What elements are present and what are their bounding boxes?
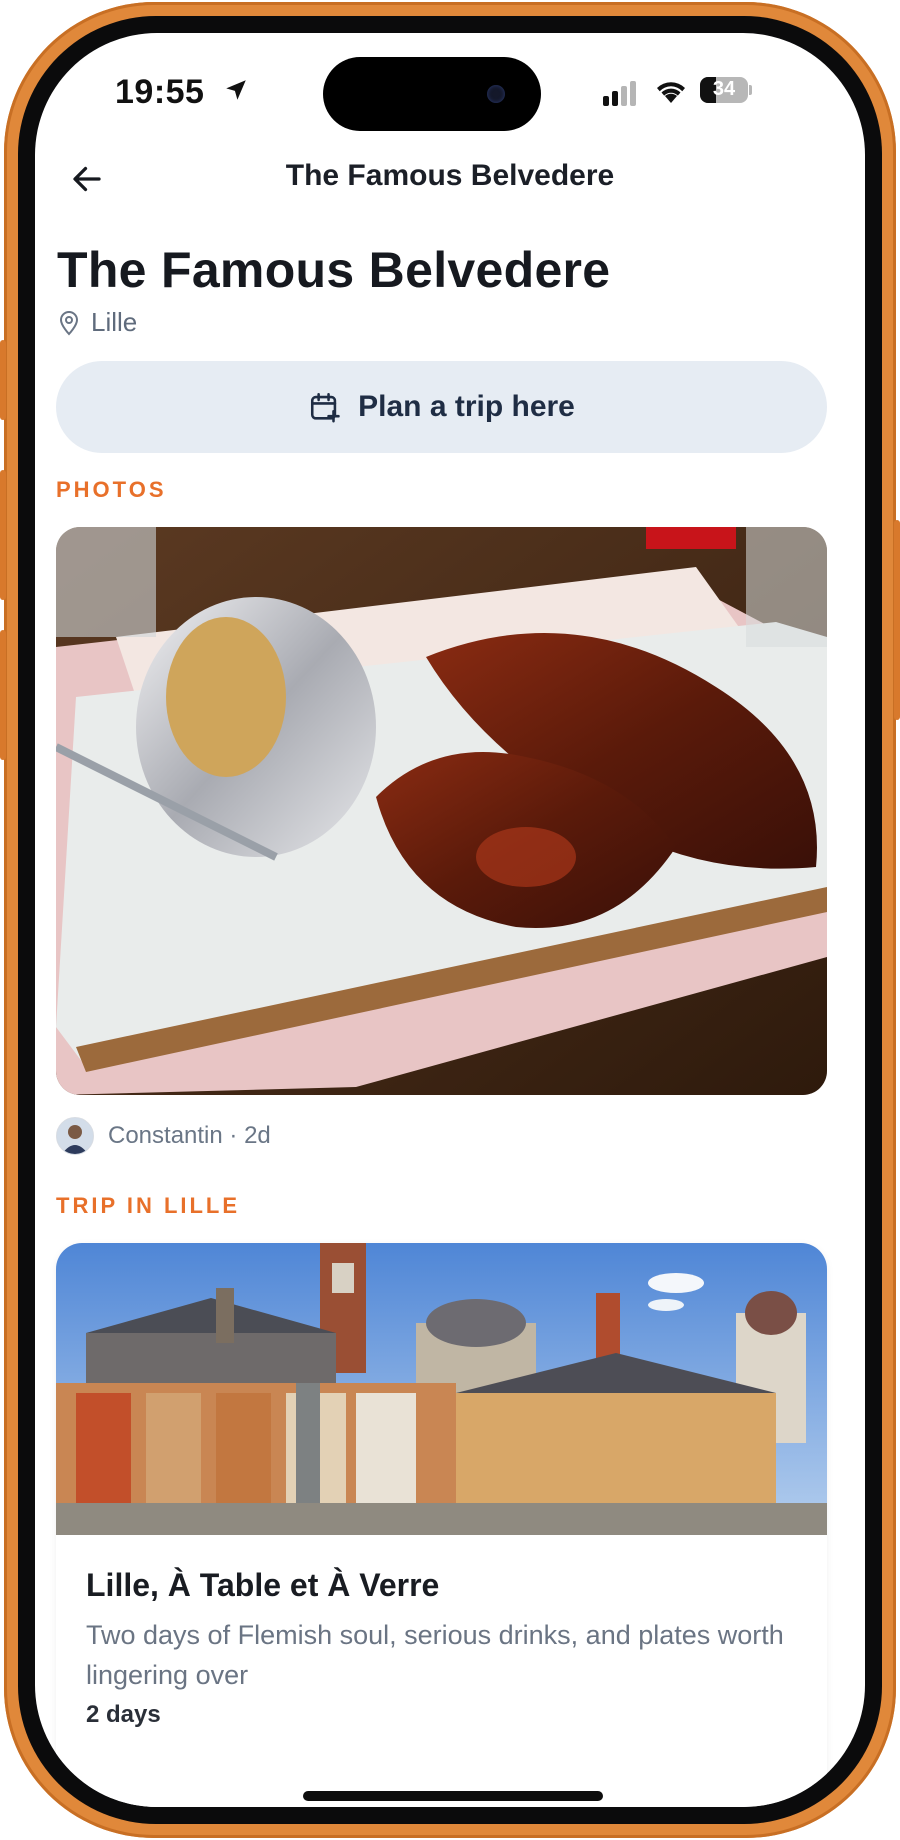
avatar: [56, 1117, 94, 1155]
author-meta: Constantin · 2d: [108, 1122, 271, 1149]
trip-duration: 2 days: [86, 1701, 161, 1728]
nav-title: The Famous Belvedere: [285, 159, 615, 192]
photo-card[interactable]: [56, 527, 827, 1095]
trip-description: Two days of Flemish soul, serious drinks…: [86, 1620, 784, 1690]
dynamic-island: [323, 57, 541, 131]
trip-cover-image: [56, 1243, 827, 1535]
power-button: [894, 520, 900, 720]
signal-icon: [603, 81, 636, 106]
status-time: 19:55: [115, 73, 205, 111]
place-title: The Famous Belvedere: [57, 242, 611, 298]
place-location: Lille: [57, 307, 137, 338]
action-button: [0, 340, 6, 420]
location-pin-icon: [59, 310, 79, 335]
photo-author[interactable]: Constantin · 2d: [56, 1117, 271, 1155]
location-label: Lille: [91, 307, 138, 337]
plan-trip-button[interactable]: Plan a trip here: [56, 361, 827, 453]
plan-trip-label: Plan a trip here: [358, 390, 575, 423]
trip-card[interactable]: Lille, À Table et À Verre Two days of Fl…: [56, 1243, 827, 1807]
wifi-icon: [657, 82, 685, 103]
volume-down-button: [0, 630, 6, 760]
trip-section-label: TRIP IN LILLE: [56, 1193, 241, 1218]
food-photo: [56, 527, 827, 1095]
battery-icon: 34: [700, 77, 748, 103]
trip-title: Lille, À Table et À Verre: [86, 1567, 440, 1603]
back-button[interactable]: [65, 157, 109, 201]
camera: [487, 85, 505, 103]
battery-level: 34: [712, 78, 736, 100]
location-arrow-icon: [226, 80, 246, 100]
battery-tip: [749, 85, 752, 95]
photos-section-label: PHOTOS: [56, 477, 167, 502]
home-indicator: [303, 1791, 603, 1801]
volume-up-button: [0, 470, 6, 600]
back-arrow-icon: [73, 166, 101, 192]
screen: 19:55 34 The Famous Belvedere The Famous…: [35, 33, 865, 1807]
calendar-plus-icon: [311, 392, 340, 423]
